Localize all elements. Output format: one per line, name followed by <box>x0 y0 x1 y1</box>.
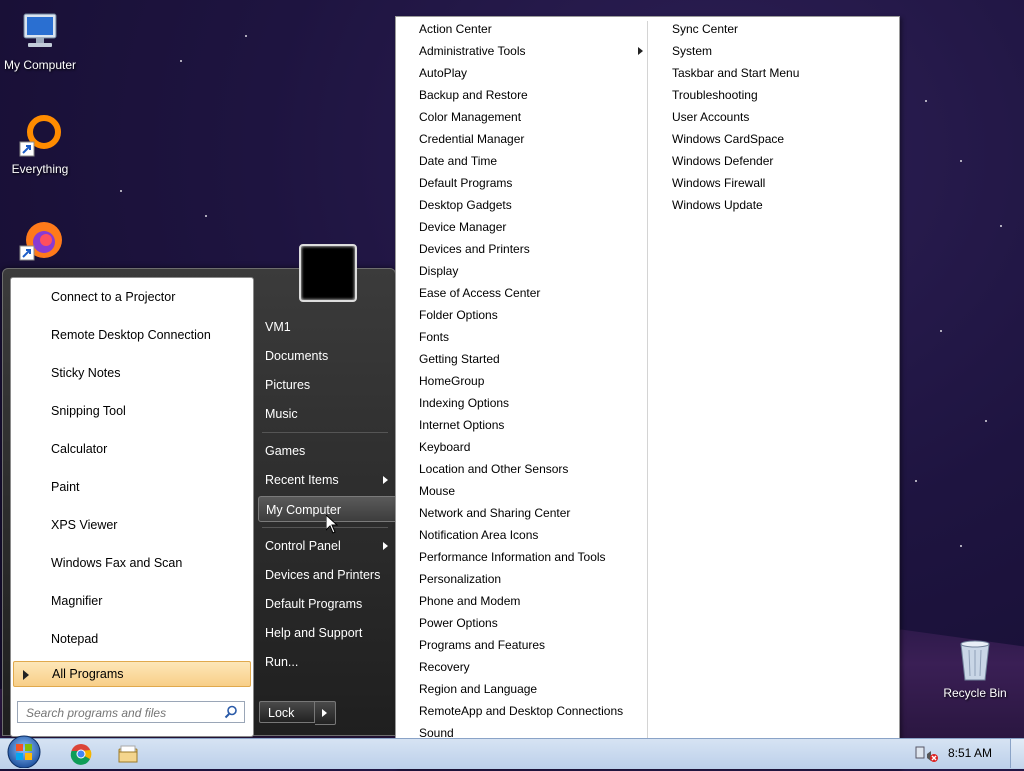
program-item[interactable]: Snipping Tool <box>11 396 253 426</box>
shutdown-options-button[interactable] <box>315 701 336 725</box>
control-panel-item[interactable]: Power Options <box>419 612 641 634</box>
explorer-icon[interactable] <box>116 742 140 766</box>
control-panel-item[interactable]: AutoPlay <box>419 62 641 84</box>
control-panel-item[interactable]: Indexing Options <box>419 392 641 414</box>
user-picture[interactable] <box>299 244 357 302</box>
control-panel-item[interactable]: Color Management <box>419 106 641 128</box>
all-programs-button[interactable]: All Programs <box>13 661 251 687</box>
control-panel-item[interactable]: Administrative Tools <box>419 40 643 62</box>
control-panel-item[interactable]: Fonts <box>419 326 641 348</box>
arrow-right-icon <box>383 542 388 550</box>
control-panel-item[interactable]: RemoteApp and Desktop Connections <box>419 700 641 722</box>
control-panel-item[interactable]: Windows CardSpace <box>672 128 872 150</box>
separator <box>262 432 388 433</box>
program-item[interactable]: XPS Viewer <box>11 510 253 540</box>
program-item[interactable]: Windows Fax and Scan <box>11 548 253 578</box>
control-panel-item[interactable]: Location and Other Sensors <box>419 458 641 480</box>
control-panel-item[interactable]: HomeGroup <box>419 370 641 392</box>
start-item-user-folder[interactable]: VM1 <box>265 314 390 340</box>
program-item[interactable]: Sticky Notes <box>11 358 253 388</box>
control-panel-item[interactable]: Phone and Modem <box>419 590 641 612</box>
program-item[interactable]: Magnifier <box>11 586 253 616</box>
control-panel-item[interactable]: Internet Options <box>419 414 641 436</box>
control-panel-item[interactable]: Troubleshooting <box>672 84 872 106</box>
desktop-icon-everything[interactable]: Everything <box>0 112 80 176</box>
start-item-documents[interactable]: Documents <box>265 343 390 369</box>
control-panel-item[interactable]: Windows Firewall <box>672 172 872 194</box>
search-box[interactable] <box>17 701 245 723</box>
control-panel-submenu: Action Center Administrative Tools AutoPla… <box>395 16 900 768</box>
start-menu: Connect to a Projector Remote Desktop Co… <box>2 244 398 737</box>
control-panel-item[interactable]: Keyboard <box>419 436 641 458</box>
start-item-games[interactable]: Games <box>265 438 390 464</box>
search-input[interactable] <box>24 703 224 723</box>
search-icon[interactable] <box>224 705 238 722</box>
program-item[interactable]: Calculator <box>11 434 253 464</box>
program-item[interactable]: Paint <box>11 472 253 502</box>
arrow-right-icon <box>383 476 388 484</box>
start-item-recent-items[interactable]: Recent Items <box>265 467 390 493</box>
network-status-icon[interactable] <box>915 744 939 767</box>
start-item-music[interactable]: Music <box>265 401 390 427</box>
desktop-icon-label: My Computer <box>3 58 77 72</box>
control-panel-item[interactable]: Taskbar and Start Menu <box>672 62 872 84</box>
desktop-icon-label: Recycle Bin <box>943 686 1007 700</box>
start-button[interactable] <box>4 732 44 769</box>
control-panel-item[interactable]: System <box>672 40 872 62</box>
mouse-cursor-icon <box>325 513 339 537</box>
column-separator <box>647 21 648 763</box>
taskbar <box>0 738 1024 769</box>
start-item-pictures[interactable]: Pictures <box>265 372 390 398</box>
control-panel-item[interactable]: Folder Options <box>419 304 641 326</box>
control-panel-item[interactable]: Devices and Printers <box>419 238 641 260</box>
lock-button[interactable]: Lock <box>259 701 315 723</box>
control-panel-item[interactable]: Mouse <box>419 480 641 502</box>
control-panel-item[interactable]: Device Manager <box>419 216 641 238</box>
control-panel-item[interactable]: Personalization <box>419 568 641 590</box>
control-panel-item[interactable]: Display <box>419 260 641 282</box>
control-panel-item[interactable]: Performance Information and Tools <box>419 546 641 568</box>
control-panel-item[interactable]: Default Programs <box>419 172 641 194</box>
control-panel-item[interactable]: Programs and Features <box>419 634 641 656</box>
control-panel-item[interactable]: User Accounts <box>672 106 872 128</box>
firefox-icon <box>16 216 64 264</box>
separator <box>262 527 388 528</box>
start-item-devices-printers[interactable]: Devices and Printers <box>265 562 390 588</box>
control-panel-item[interactable]: Ease of Access Center <box>419 282 641 304</box>
start-item-default-programs[interactable]: Default Programs <box>265 591 390 617</box>
arrow-right-icon <box>638 47 643 55</box>
start-item-help-support[interactable]: Help and Support <box>265 620 390 646</box>
program-item[interactable]: Notepad <box>11 624 253 654</box>
control-panel-item[interactable]: Windows Update <box>672 194 872 216</box>
control-panel-item[interactable]: Desktop Gadgets <box>419 194 641 216</box>
show-desktop-button[interactable] <box>1010 739 1024 768</box>
control-panel-item[interactable]: Recovery <box>419 656 641 678</box>
desktop-icon-recycle-bin[interactable]: Recycle Bin <box>935 636 1015 700</box>
control-panel-item[interactable]: Network and Sharing Center <box>419 502 641 524</box>
control-panel-item[interactable]: Region and Language <box>419 678 641 700</box>
desktop-icon-firefox[interactable] <box>0 216 80 266</box>
control-panel-item[interactable]: Notification Area Icons <box>419 524 641 546</box>
recycle-bin-icon <box>951 636 999 684</box>
control-panel-item[interactable]: Date and Time <box>419 150 641 172</box>
desktop-icon-label: Everything <box>11 162 69 176</box>
computer-icon <box>16 8 64 56</box>
control-panel-item[interactable]: Credential Manager <box>419 128 641 150</box>
taskbar-clock[interactable]: 8:51 AM <box>948 746 992 760</box>
arrow-right-icon <box>23 670 29 680</box>
desktop-icon-my-computer[interactable]: My Computer <box>0 8 80 72</box>
everything-icon <box>16 112 64 160</box>
control-panel-item[interactable]: Windows Defender <box>672 150 872 172</box>
chrome-icon[interactable] <box>69 742 93 766</box>
all-programs-label: All Programs <box>52 667 124 681</box>
control-panel-item[interactable]: Backup and Restore <box>419 84 641 106</box>
control-panel-item[interactable]: Sync Center <box>672 18 872 40</box>
control-panel-item[interactable]: Getting Started <box>419 348 641 370</box>
program-item[interactable]: Remote Desktop Connection <box>11 320 253 350</box>
start-item-run[interactable]: Run... <box>265 649 390 675</box>
control-panel-item[interactable]: Action Center <box>419 18 641 40</box>
start-menu-programs-pane: Connect to a Projector Remote Desktop Co… <box>10 277 254 737</box>
program-item[interactable]: Connect to a Projector <box>11 282 253 312</box>
